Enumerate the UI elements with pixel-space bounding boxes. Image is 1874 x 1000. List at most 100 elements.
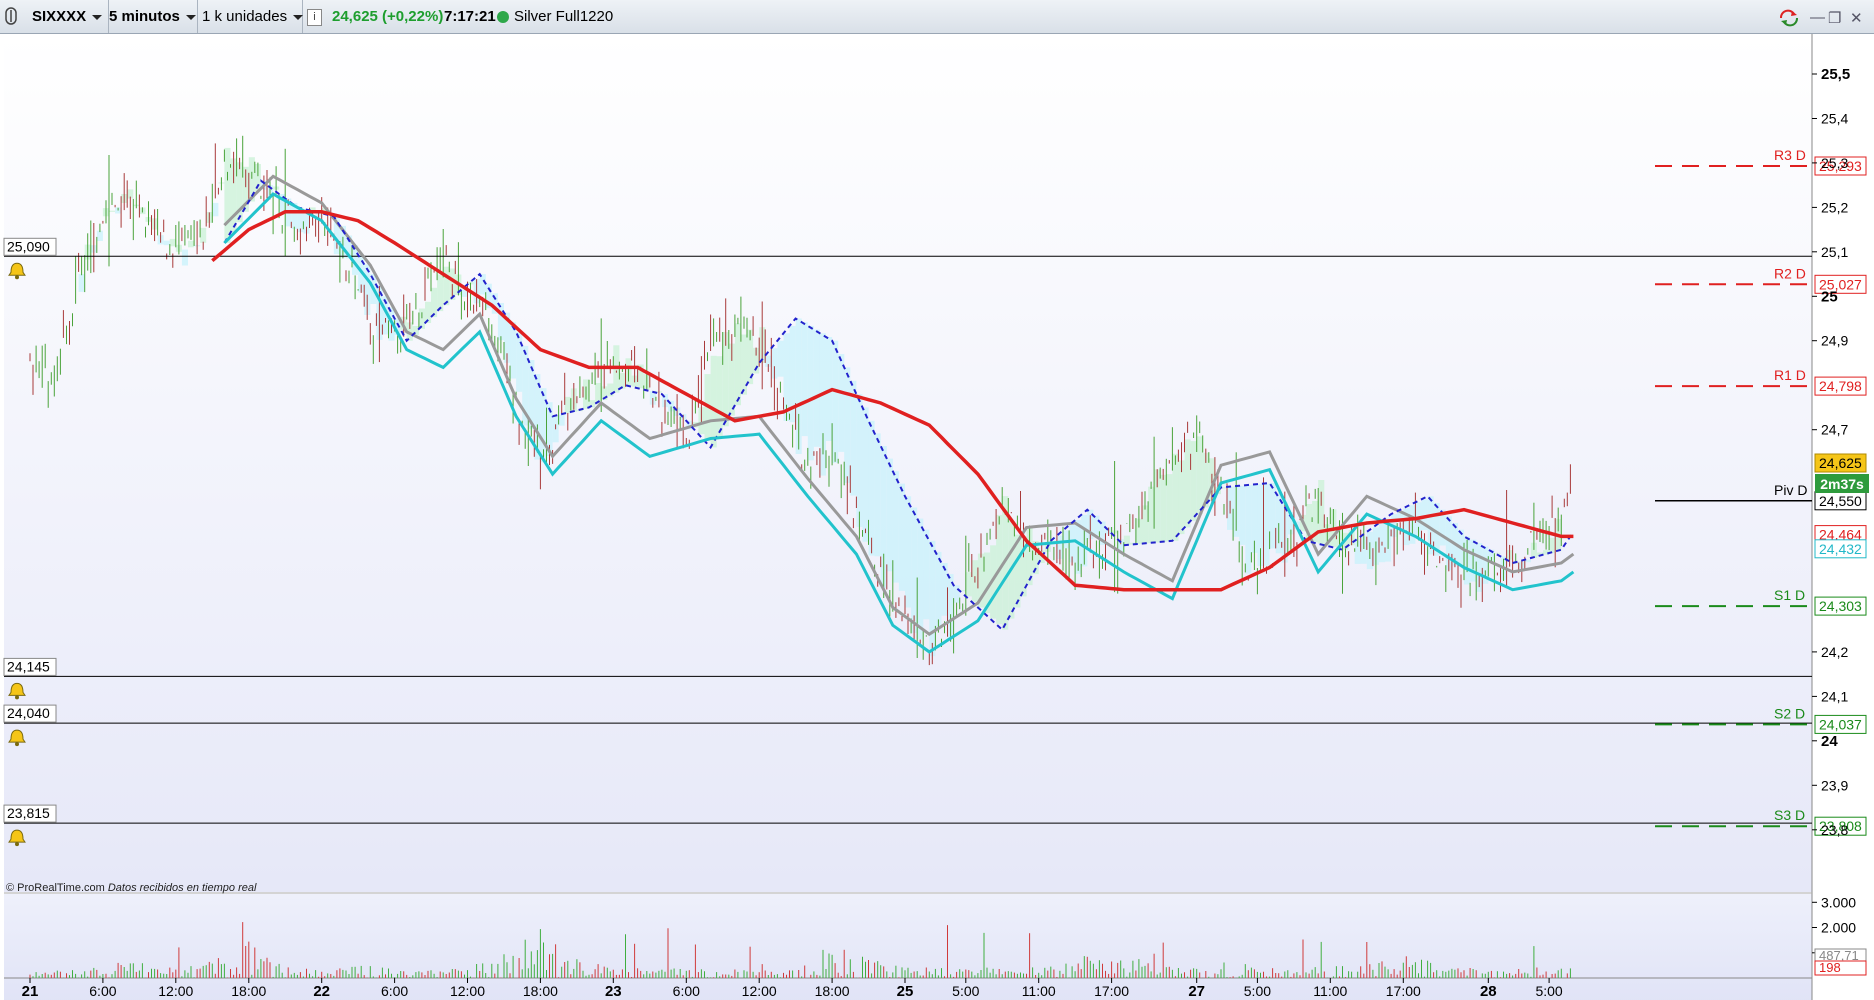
band-cell [929,540,936,657]
x-tick-label: 6:00 [89,983,116,999]
value-tag: 24,625 [1819,455,1862,471]
y-tick-label: 25 [1821,288,1838,305]
realtime-label: Datos recibidos en tiempo real [107,882,257,894]
band-cell [1063,530,1070,549]
alert-label: 24,145 [7,658,50,674]
x-tick-label: 22 [313,983,330,1000]
band-cell [953,585,960,603]
band-cell [1093,515,1100,536]
y-tick-label: 25,2 [1821,199,1848,215]
x-tick-label: 5:00 [1535,983,1562,999]
symbol-selector[interactable]: SIXXXX [26,0,109,33]
pivot-name: R1 D [1774,367,1806,383]
pivot-name: Piv D [1774,482,1807,498]
chevron-down-icon [293,14,304,20]
bell-icon-clapper [15,842,19,847]
chart-toolbar: SIXXXX 5 minutos 1 k unidades i 24,625 (… [0,0,1874,34]
pivot-name: R3 D [1774,147,1806,163]
y-tick-label: 25,1 [1821,244,1848,260]
band-cell [716,356,723,437]
bell-icon-clapper [15,742,19,747]
chevron-down-icon [185,14,196,20]
copyright-label: © ProRealTime.com [6,882,105,894]
timeframe-label: 5 minutos [109,8,180,25]
pivot-name: S2 D [1774,705,1805,721]
x-tick-label: 18:00 [231,983,266,999]
x-tick-label: 5:00 [952,983,979,999]
band-cell [862,407,869,542]
alert-label: 24,040 [7,705,50,721]
band-cell [163,240,170,246]
feed-label: Silver Full1220 [514,8,614,25]
x-tick-label: 18:00 [523,983,558,999]
x-tick-label: 6:00 [673,983,700,999]
pivot-value: 24,798 [1819,378,1862,394]
band-cell [844,367,851,483]
band-cell [607,383,614,397]
band-cell [418,308,425,329]
x-tick-label: 18:00 [815,983,850,999]
band-cell [595,383,602,404]
price-panel-bg [4,34,1812,892]
minimize-icon[interactable]: — [1810,9,1825,26]
band-cell [832,340,839,463]
x-tick-label: 12:00 [450,983,485,999]
band-cell [96,230,103,241]
countdown-badge: 2m37s [1815,474,1869,493]
band-cell [619,372,626,389]
band-cell [941,563,948,616]
alert-label: 23,815 [7,805,50,821]
x-tick-label: 21 [22,983,39,1000]
info-icon[interactable]: i [307,0,322,33]
band-cell [874,433,881,557]
x-tick-label: 6:00 [381,983,408,999]
x-tick-label: 28 [1480,983,1497,1000]
band-cell [200,227,207,243]
band-cell [1148,486,1155,543]
band-cell [868,420,875,556]
band-cell [1184,439,1191,528]
band-cell [212,202,219,217]
window-menu-icon[interactable] [4,0,26,33]
band-cell [911,507,918,633]
x-tick-label: 27 [1188,983,1205,1000]
sync-icon[interactable] [1778,9,1800,31]
restore-icon[interactable]: ❐ [1828,9,1841,27]
band-cell [1196,436,1203,515]
band-cell [169,238,176,247]
timeframe-selector[interactable]: 5 minutos [103,0,198,33]
band-cell [722,332,729,427]
bell-icon-clapper [15,695,19,700]
volume-tick-label: 3.000 [1821,894,1856,910]
pivot-name: R2 D [1774,265,1806,281]
band-cell [497,303,504,341]
clock-time: 7:17:21 [444,8,496,25]
band-cell [1123,535,1130,546]
y-tick-label: 24,7 [1821,422,1848,438]
band-cell [917,518,924,640]
y-tick-label: 24 [1821,733,1838,750]
y-tick-label: 25,5 [1821,66,1850,83]
band-cell [850,380,857,496]
price-chart[interactable]: 25,09024,14524,04023,815 R3 D25,293R2 D2… [0,34,1874,1000]
connection-status-icon [497,0,509,33]
band-cell [78,274,85,292]
band-cell [431,287,438,318]
volume-tick-label: 2.000 [1821,920,1856,936]
band-cell [923,529,930,620]
y-tick-label: 24,1 [1821,688,1848,704]
band-cell [109,210,116,212]
y-tick-label: 23,8 [1821,822,1848,838]
volume-tag: 198 [1819,960,1841,975]
band-cell [886,458,893,572]
band-cell [1172,453,1179,541]
band-cell [777,340,784,377]
units-selector[interactable]: 1 k unidades [196,0,304,33]
band-cell [181,249,188,266]
band-cell [935,551,942,630]
band-cell [437,274,444,312]
close-icon[interactable]: ✕ [1850,9,1863,27]
band-cell [516,331,523,392]
band-cell [224,147,231,243]
band-cell [1549,537,1556,554]
